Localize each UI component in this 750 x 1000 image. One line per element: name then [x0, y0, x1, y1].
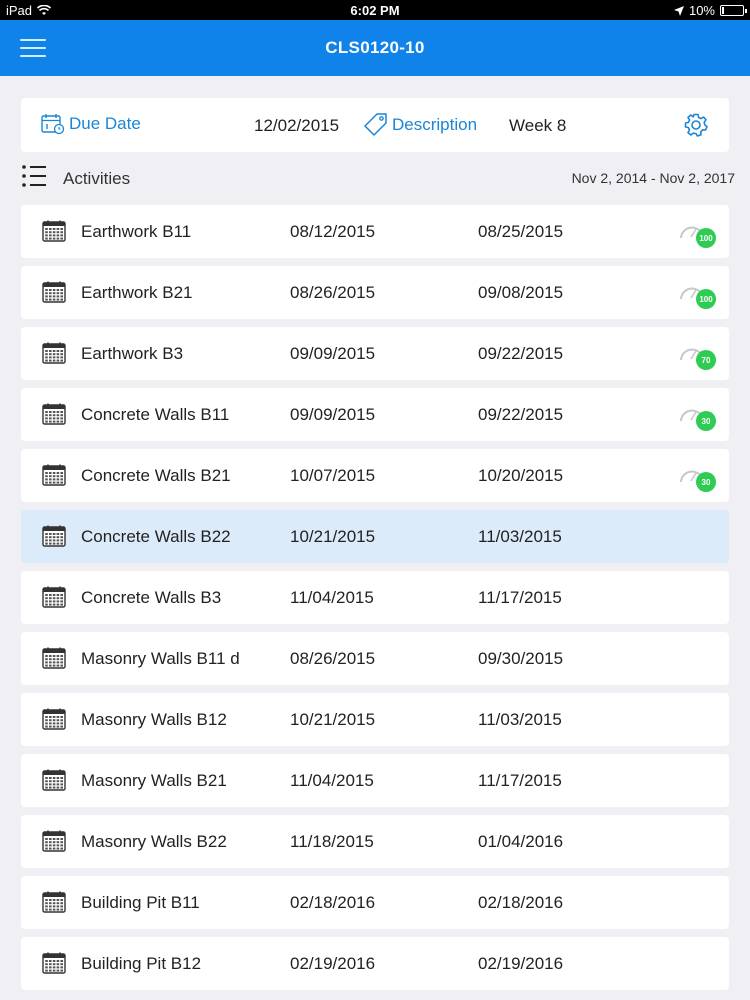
- activity-start-date: 11/04/2015: [290, 771, 374, 790]
- activity-name: Concrete Walls B3: [81, 588, 222, 607]
- activity-start-date: 10/21/2015: [290, 527, 376, 546]
- calendar-icon: [42, 769, 66, 796]
- calendar-icon: [42, 830, 66, 857]
- activity-row[interactable]: Concrete Walls B11 09/09/2015 09/22/2015 30: [21, 388, 729, 441]
- progress-indicator: 100: [678, 220, 718, 250]
- activity-row[interactable]: Earthwork B11 08/12/2015 08/25/2015 100: [21, 205, 729, 258]
- battery-percent: 10%: [688, 3, 715, 18]
- page-title: CLS0120-10: [325, 38, 425, 57]
- activity-end-date: 11/03/2015: [478, 710, 562, 729]
- progress-badge: 30: [696, 472, 716, 492]
- location-arrow-icon: [673, 5, 684, 16]
- status-time: 6:02 PM: [350, 3, 400, 18]
- progress-badge: 30: [696, 411, 716, 431]
- activity-name: Concrete Walls B22: [81, 527, 231, 546]
- filter-card: Due Date 12/02/2015 Description Week 8: [21, 98, 729, 152]
- date-range: Nov 2, 2014 - Nov 2, 2017: [571, 170, 735, 186]
- activity-end-date: 08/25/2015: [478, 222, 564, 241]
- activity-start-date: 08/26/2015: [290, 649, 376, 668]
- progress-badge: 100: [696, 228, 716, 248]
- activity-name: Earthwork B21: [81, 283, 193, 302]
- activity-start-date: 08/12/2015: [290, 222, 376, 241]
- progress-indicator: 30: [678, 403, 718, 433]
- activity-end-date: 09/22/2015: [478, 344, 564, 363]
- activity-start-date: 09/09/2015: [290, 344, 376, 363]
- progress-indicator: 100: [678, 281, 718, 311]
- calendar-icon: [42, 952, 66, 979]
- activity-end-date: 01/04/2016: [478, 832, 564, 851]
- activity-end-date: 09/30/2015: [478, 649, 564, 668]
- due-date-button[interactable]: Due Date: [41, 113, 141, 135]
- activity-row[interactable]: Concrete Walls B3 11/04/2015 11/17/2015: [21, 571, 729, 624]
- calendar-icon: [42, 342, 66, 369]
- activity-row[interactable]: Building Pit B11 02/18/2016 02/18/2016: [21, 876, 729, 929]
- activity-row[interactable]: Concrete Walls B22 10/21/2015 11/03/2015: [21, 510, 729, 563]
- calendar-icon: [42, 464, 66, 491]
- progress-indicator: 70: [678, 342, 718, 372]
- progress-indicator: 30: [678, 464, 718, 494]
- activity-end-date: 11/17/2015: [478, 588, 562, 607]
- activity-row[interactable]: Earthwork B3 09/09/2015 09/22/2015 70: [21, 327, 729, 380]
- activity-name: Earthwork B11: [81, 222, 192, 241]
- activity-row[interactable]: Masonry Walls B11 d 08/26/2015 09/30/2015: [21, 632, 729, 685]
- list-icon[interactable]: [21, 164, 47, 188]
- activities-label: Activities: [63, 169, 131, 188]
- activity-start-date: 02/18/2016: [290, 893, 376, 912]
- activity-start-date: 08/26/2015: [290, 283, 376, 302]
- activity-name: Earthwork B3: [81, 344, 184, 363]
- activity-row[interactable]: Concrete Walls B21 10/07/2015 10/20/2015 30: [21, 449, 729, 502]
- activity-end-date: 02/18/2016: [478, 893, 564, 912]
- activity-start-date: 11/18/2015: [290, 832, 374, 851]
- due-date-label: Due Date: [69, 114, 141, 133]
- nav-bar: CLS0120-10: [0, 20, 750, 76]
- activity-name: Masonry Walls B22: [81, 832, 227, 851]
- activity-end-date: 11/03/2015: [478, 527, 562, 546]
- activity-end-date: 09/08/2015: [478, 283, 564, 302]
- calendar-clock-icon: [41, 114, 65, 135]
- activity-row[interactable]: Earthwork B21 08/26/2015 09/08/2015 100: [21, 266, 729, 319]
- activity-name: Masonry Walls B11 d: [81, 649, 240, 668]
- activity-start-date: 10/21/2015: [290, 710, 376, 729]
- calendar-icon: [42, 403, 66, 430]
- activity-end-date: 10/20/2015: [478, 466, 564, 485]
- calendar-icon: [42, 586, 66, 613]
- activity-name: Masonry Walls B12: [81, 710, 227, 729]
- calendar-icon: [42, 647, 66, 674]
- activity-row[interactable]: Masonry Walls B21 11/04/2015 11/17/2015: [21, 754, 729, 807]
- status-bar: iPad 6:02 PM 10%: [0, 0, 750, 20]
- description-button[interactable]: Description: [363, 112, 477, 138]
- activity-start-date: 11/04/2015: [290, 588, 374, 607]
- description-value: Week 8: [509, 116, 567, 135]
- activities-header: Activities Nov 2, 2014 - Nov 2, 2017: [21, 160, 735, 196]
- activity-row[interactable]: Masonry Walls B22 11/18/2015 01/04/2016: [21, 815, 729, 868]
- activity-row[interactable]: Building Pit B12 02/19/2016 02/19/2016: [21, 937, 729, 990]
- calendar-icon: [42, 525, 66, 552]
- activity-name: Concrete Walls B11: [81, 405, 230, 424]
- activity-end-date: 02/19/2016: [478, 954, 564, 973]
- activity-end-date: 09/22/2015: [478, 405, 564, 424]
- activity-row[interactable]: Masonry Walls B12 10/21/2015 11/03/2015: [21, 693, 729, 746]
- activity-name: Masonry Walls B21: [81, 771, 227, 790]
- tag-icon: [364, 113, 387, 136]
- due-date-value: 12/02/2015: [254, 116, 340, 135]
- settings-gear-icon[interactable]: [683, 112, 709, 138]
- activity-name: Building Pit B12: [81, 954, 202, 973]
- progress-badge: 70: [696, 350, 716, 370]
- activity-end-date: 11/17/2015: [478, 771, 562, 790]
- battery-icon: [720, 5, 747, 16]
- description-label: Description: [392, 115, 478, 134]
- activity-name: Building Pit B11: [81, 893, 200, 912]
- progress-badge: 100: [696, 289, 716, 309]
- activity-start-date: 02/19/2016: [290, 954, 376, 973]
- activity-start-date: 10/07/2015: [290, 466, 376, 485]
- activity-start-date: 09/09/2015: [290, 405, 376, 424]
- calendar-icon: [42, 220, 66, 247]
- calendar-icon: [42, 708, 66, 735]
- calendar-icon: [42, 891, 66, 918]
- calendar-icon: [42, 281, 66, 308]
- activity-name: Concrete Walls B21: [81, 466, 231, 485]
